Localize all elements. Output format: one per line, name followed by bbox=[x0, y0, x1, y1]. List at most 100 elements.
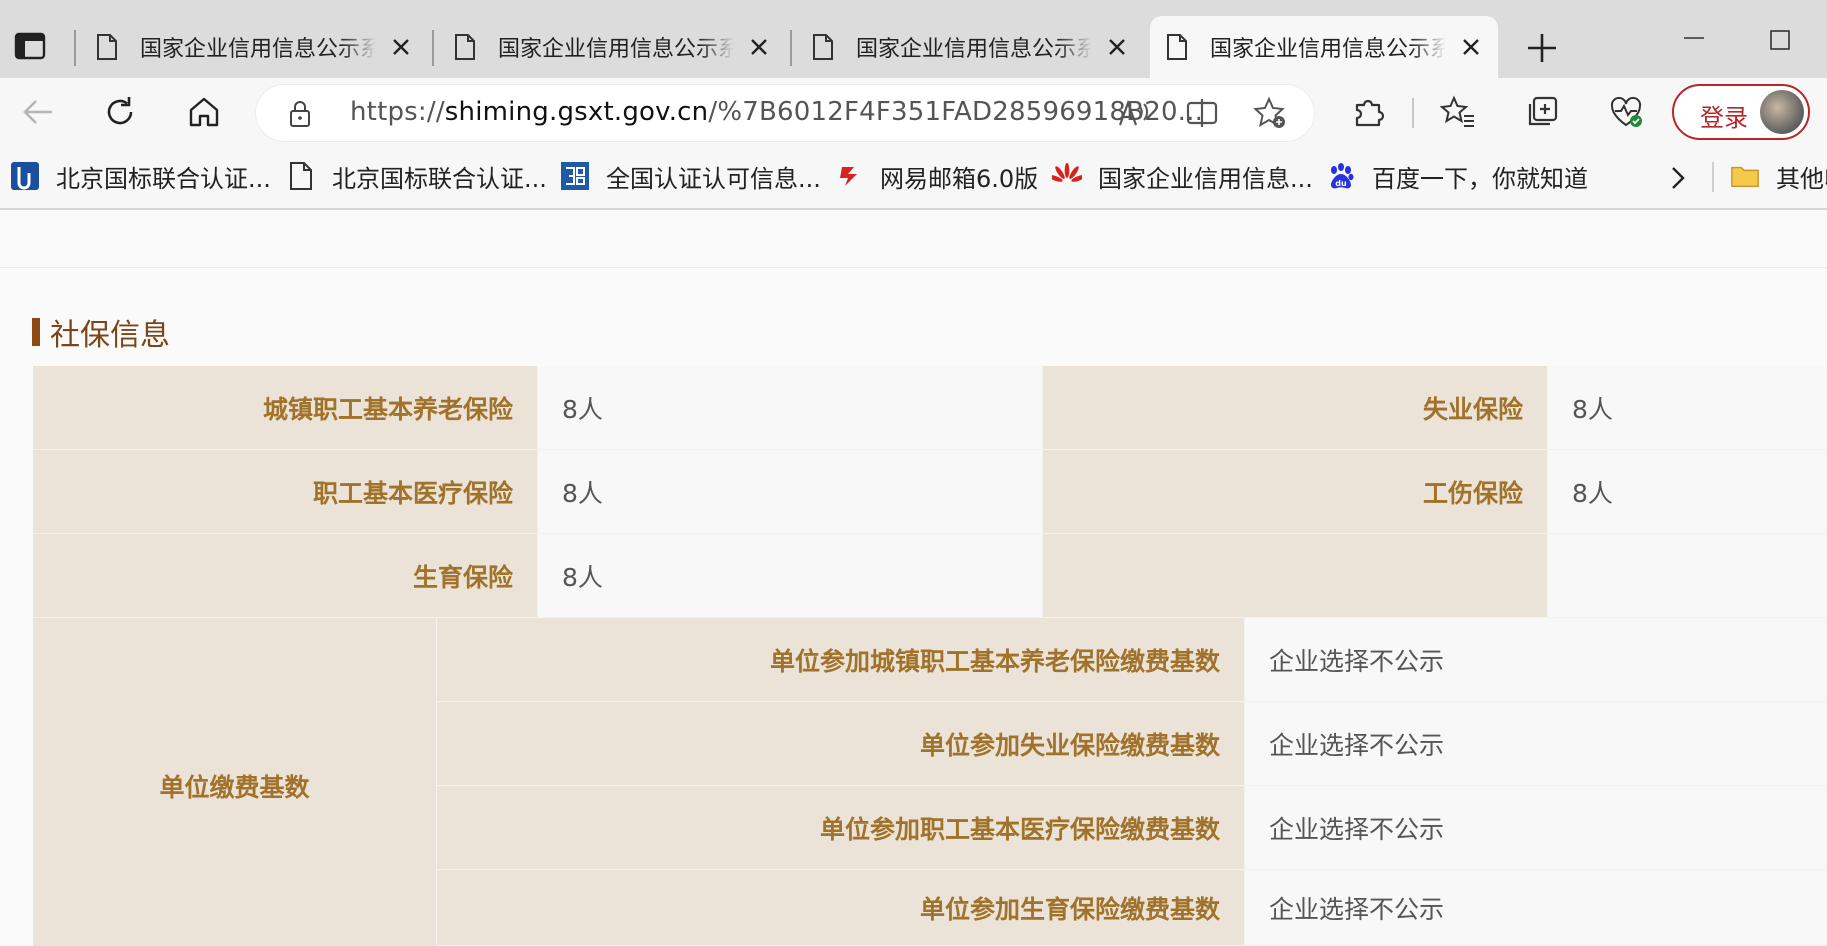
cnca-logo-icon bbox=[560, 161, 590, 191]
address-bar[interactable]: https://shiming.gsxt.gov.cn/%7B6012F4F35… bbox=[256, 85, 1314, 141]
huawei-logo-icon bbox=[1052, 161, 1082, 191]
tab-title: 国家企业信用信息公示系统 bbox=[856, 37, 1092, 62]
avatar bbox=[1760, 90, 1804, 134]
base-row-value: 企业选择不公示 bbox=[1245, 618, 1827, 702]
close-tab-icon[interactable] bbox=[1106, 36, 1128, 58]
url-scheme: https:// bbox=[350, 97, 445, 127]
insurance-label: 职工基本医疗保险 bbox=[33, 450, 538, 534]
tab-3[interactable]: 国家企业信用信息公示系统 bbox=[796, 16, 1144, 78]
close-tab-icon[interactable] bbox=[748, 36, 770, 58]
tab-separator bbox=[790, 30, 792, 66]
insurance-label: 生育保险 bbox=[33, 534, 538, 618]
favorite-label: 北京国标联合认证... bbox=[332, 164, 547, 193]
favorite-item-6[interactable]: du 百度一下，你就知道 bbox=[1326, 158, 1588, 194]
base-row-value: 企业选择不公示 bbox=[1245, 870, 1827, 946]
extensions-button[interactable] bbox=[1348, 92, 1388, 132]
base-row-value: 企业选择不公示 bbox=[1245, 702, 1827, 786]
svg-text:du: du bbox=[1335, 179, 1347, 188]
insurance-value: 8人 bbox=[1548, 366, 1827, 450]
favorite-item-1[interactable]: 北京国标联合认证... bbox=[10, 158, 271, 194]
base-row-label: 单位参加失业保险缴费基数 bbox=[437, 702, 1245, 786]
base-row-label: 单位参加职工基本医疗保险缴费基数 bbox=[437, 786, 1245, 870]
lock-icon[interactable] bbox=[288, 100, 312, 128]
close-tab-icon[interactable] bbox=[1460, 36, 1482, 58]
page-icon bbox=[286, 161, 316, 191]
new-tab-plus-icon[interactable] bbox=[1522, 28, 1562, 68]
tab-2[interactable]: 国家企业信用信息公示系统 bbox=[438, 16, 786, 78]
insurance-value-empty bbox=[1548, 534, 1827, 618]
collections-icon bbox=[1528, 96, 1558, 126]
insurance-label: 工伤保险 bbox=[1043, 450, 1548, 534]
favorite-item-5[interactable]: 国家企业信用信息... bbox=[1052, 158, 1313, 194]
url-text[interactable]: https://shiming.gsxt.gov.cn/%7B6012F4F35… bbox=[350, 97, 1203, 127]
page-content: 社保信息 城镇职工基本养老保险 8人 失业保险 8人 职工基本医疗保险 8人 工… bbox=[0, 210, 1827, 946]
favorites-star-list-icon bbox=[1440, 95, 1474, 127]
insurance-value: 8人 bbox=[538, 366, 1043, 450]
toolbar-divider bbox=[1412, 98, 1414, 128]
insurance-value: 8人 bbox=[1548, 450, 1827, 534]
close-tab-icon[interactable] bbox=[390, 36, 412, 58]
favorite-label: 全国认证认可信息... bbox=[606, 164, 821, 193]
tab-separator bbox=[74, 30, 76, 66]
other-favorites-folder[interactable]: 其他收藏夹 bbox=[1730, 158, 1827, 194]
tab-4-active[interactable]: 国家企业信用信息公示系统 bbox=[1150, 16, 1498, 78]
tab-title: 国家企业信用信息公示系统 bbox=[1210, 37, 1446, 62]
favorite-label: 国家企业信用信息... bbox=[1098, 164, 1313, 193]
favorite-label: 百度一下，你就知道 bbox=[1372, 164, 1588, 193]
base-row-label: 单位参加城镇职工基本养老保险缴费基数 bbox=[437, 618, 1245, 702]
base-row-value: 企业选择不公示 bbox=[1245, 786, 1827, 870]
tab-separator bbox=[432, 30, 434, 66]
refresh-button[interactable] bbox=[100, 92, 140, 132]
login-label: 登录 bbox=[1700, 104, 1748, 132]
page-icon bbox=[97, 34, 117, 60]
folder-icon bbox=[1730, 161, 1760, 191]
puzzle-icon bbox=[1355, 99, 1385, 127]
back-arrow-icon bbox=[23, 100, 52, 124]
favorites-bar: 北京国标联合认证... 北京国标联合认证... 全国认证认可信息... 网易邮箱… bbox=[0, 146, 1827, 210]
tab-title: 国家企业信用信息公示系统 bbox=[498, 37, 734, 62]
login-profile-button[interactable]: 登录 bbox=[1672, 84, 1810, 140]
bjgb-logo-icon bbox=[10, 161, 40, 191]
collections-button[interactable] bbox=[1522, 92, 1562, 132]
favorites-divider bbox=[1712, 162, 1714, 192]
home-button[interactable] bbox=[184, 92, 224, 132]
insurance-value: 8人 bbox=[538, 534, 1043, 618]
refresh-icon bbox=[107, 97, 133, 125]
page-icon bbox=[455, 34, 475, 60]
insurance-label: 失业保险 bbox=[1043, 366, 1548, 450]
favorite-label: 北京国标联合认证... bbox=[56, 164, 271, 193]
split-screen-icon[interactable] bbox=[1184, 95, 1220, 131]
navigation-bar: https://shiming.gsxt.gov.cn/%7B6012F4F35… bbox=[0, 78, 1827, 146]
title-marker bbox=[32, 318, 40, 346]
section-title-text: 社保信息 bbox=[50, 318, 170, 353]
insurance-value: 8人 bbox=[538, 450, 1043, 534]
favorites-button[interactable] bbox=[1438, 92, 1478, 132]
netease-logo-icon bbox=[834, 161, 864, 191]
baidu-logo-icon: du bbox=[1326, 161, 1356, 191]
add-favorite-icon[interactable] bbox=[1252, 95, 1288, 131]
more-favorites-chevron-icon[interactable] bbox=[1664, 164, 1692, 192]
header-divider bbox=[0, 267, 1827, 268]
insurance-label-empty bbox=[1043, 534, 1548, 618]
insurance-label: 城镇职工基本养老保险 bbox=[33, 366, 538, 450]
favorite-label: 网易邮箱6.0版 bbox=[880, 164, 1039, 193]
favorite-item-2[interactable]: 北京国标联合认证... bbox=[286, 158, 547, 194]
favorite-label: 其他收藏夹 bbox=[1776, 164, 1827, 193]
back-button[interactable] bbox=[18, 92, 58, 132]
tab-strip: 国家企业信用信息公示系统 国家企业信用信息公示系统 国家企业信用信息公示系统 国… bbox=[0, 0, 1827, 78]
tab-1[interactable]: 国家企业信用信息公示系统 bbox=[80, 16, 428, 78]
page-icon bbox=[813, 34, 833, 60]
minimize-icon[interactable] bbox=[1680, 26, 1708, 54]
read-aloud-icon[interactable] bbox=[1116, 95, 1152, 131]
heart-pulse-icon bbox=[1610, 96, 1642, 127]
favorite-item-4[interactable]: 网易邮箱6.0版 bbox=[834, 158, 1038, 194]
browser-essentials-button[interactable] bbox=[1606, 92, 1646, 132]
maximize-icon[interactable] bbox=[1766, 26, 1794, 54]
section-title: 社保信息 bbox=[32, 310, 170, 354]
sidebar-toggle-icon[interactable] bbox=[12, 30, 50, 64]
tab-title: 国家企业信用信息公示系统 bbox=[140, 37, 376, 62]
favorite-item-3[interactable]: 全国认证认可信息... bbox=[560, 158, 821, 194]
base-group-label: 单位缴费基数 bbox=[33, 618, 437, 946]
url-host: shiming.gsxt.gov.cn bbox=[444, 97, 709, 127]
home-icon bbox=[189, 97, 219, 127]
